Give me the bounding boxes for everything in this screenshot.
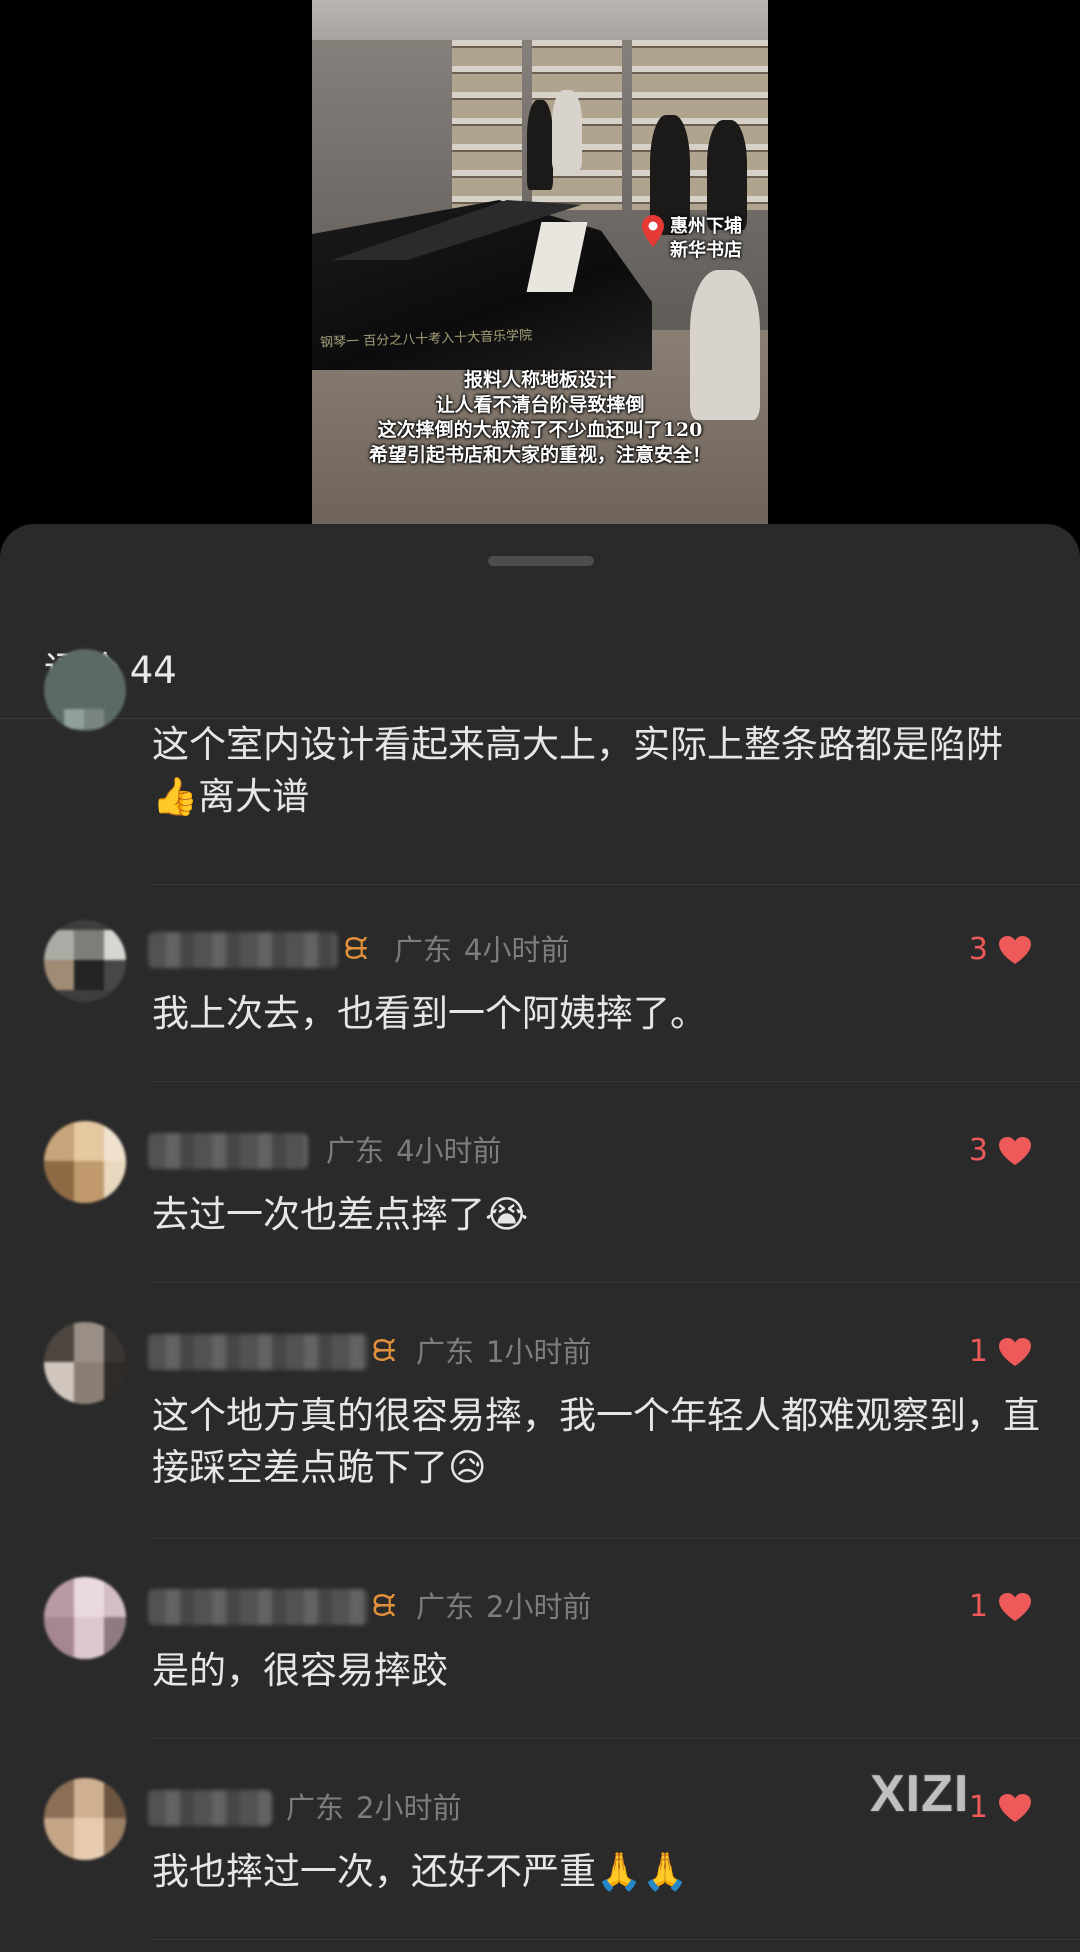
video-player[interactable]: 钢琴一 百分之八十考入十大音乐学院 惠州下埔 新华书店 报料人称地板设计 让人看…	[312, 0, 768, 524]
comment-text: 去过一次也差点摔了😭	[152, 1193, 529, 1236]
comment-text: 是的，很容易摔跤	[152, 1649, 448, 1692]
like-button[interactable]: 1	[969, 1589, 1032, 1624]
location-pin-icon	[642, 215, 664, 247]
comment-region: 广东	[326, 1134, 385, 1168]
comment-region: 广东	[286, 1791, 345, 1825]
vip-badge-icon: ᙙ	[372, 1334, 397, 1369]
comment-item[interactable]: ᙙ 广东 4小时前 3 我上次去，也看到一个阿姨摔了。	[0, 894, 1080, 1094]
comment-text: 这个室内设计看起来高大上，实际上整条路都是陷阱👍离大谱	[152, 723, 1003, 818]
username[interactable]	[148, 1334, 368, 1370]
comment-time: 1小时前	[486, 1335, 592, 1369]
avatar[interactable]	[44, 649, 126, 731]
comment-time: 2小时前	[486, 1590, 592, 1624]
comment-time: 2小时前	[356, 1791, 462, 1825]
avatar[interactable]	[44, 1778, 126, 1860]
comment-text: 我也摔过一次，还好不严重🙏🙏	[152, 1850, 689, 1893]
avatar[interactable]	[44, 1322, 126, 1404]
like-button[interactable]: 1	[969, 1790, 1032, 1825]
comment-time: 4小时前	[396, 1134, 502, 1168]
like-count: 3	[968, 1133, 988, 1168]
screen: 钢琴一 百分之八十考入十大音乐学院 惠州下埔 新华书店 报料人称地板设计 让人看…	[0, 0, 1080, 1952]
username[interactable]	[148, 1133, 308, 1169]
username[interactable]	[148, 1790, 272, 1826]
divider	[152, 1939, 1080, 1940]
comment-item[interactable]: 广东 4小时前 3 去过一次也差点摔了😭	[0, 1095, 1080, 1295]
like-button[interactable]: 1	[969, 1334, 1032, 1369]
divider	[152, 1538, 1080, 1539]
sheet-drag-handle[interactable]	[488, 556, 594, 566]
comment-meta: 广东 1小时前	[416, 1334, 591, 1370]
heart-icon	[998, 1793, 1032, 1823]
video-caption-line: 报料人称地板设计	[463, 369, 616, 391]
like-button[interactable]: 3	[969, 932, 1032, 967]
video-location-tag: 惠州下埔 新华书店	[642, 215, 742, 263]
video-scene-ceiling	[312, 0, 768, 40]
avatar[interactable]	[44, 920, 126, 1002]
comment-region: 广东	[394, 933, 453, 967]
divider	[152, 884, 1080, 885]
vip-badge-icon: ᙙ	[344, 932, 369, 967]
video-scene-person	[552, 90, 582, 170]
heart-icon	[998, 1136, 1032, 1166]
like-button[interactable]: 3	[969, 1133, 1032, 1168]
divider	[152, 1282, 1080, 1283]
comment-meta: 广东 2小时前	[286, 1790, 461, 1826]
avatar[interactable]	[44, 1121, 126, 1203]
username[interactable]	[148, 932, 338, 968]
divider	[152, 1738, 1080, 1739]
comment-item[interactable]: ᙙ 广东 1小时前 1 这个地方真的很容易摔，我一个年轻人都难观察到，直接踩空差点…	[0, 1296, 1080, 1556]
video-caption-line: 这次摔倒的大叔流了不少血还叫了120	[377, 419, 703, 441]
video-scene-person	[707, 120, 747, 230]
comment-item[interactable]: ᙙ 广东 2小时前 1 是的，很容易摔跤	[0, 1551, 1080, 1751]
like-count: 3	[968, 932, 988, 967]
video-caption: 报料人称地板设计 让人看不清台阶导致摔倒 这次摔倒的大叔流了不少血还叫了120 …	[312, 368, 768, 468]
comment-time: 4小时前	[464, 933, 570, 967]
comment-region: 广东	[416, 1335, 475, 1369]
avatar[interactable]	[44, 1577, 126, 1659]
video-scene-person	[527, 100, 553, 190]
comment-region: 广东	[416, 1590, 475, 1624]
divider	[152, 1081, 1080, 1082]
heart-icon	[998, 1592, 1032, 1622]
heart-icon	[998, 935, 1032, 965]
comment-text: 我上次去，也看到一个阿姨摔了。	[152, 992, 707, 1035]
like-count: 1	[968, 1589, 988, 1624]
comments-sheet: 评论 44 这个室内设计看起来高大上，实际上整条路都是陷阱👍离大谱 ᙙ	[0, 524, 1080, 1952]
video-scene-bookshelf	[452, 40, 522, 210]
video-caption-line: 希望引起书店和大家的重视，注意安全！	[368, 444, 711, 466]
comment-meta: 广东 2小时前	[416, 1589, 591, 1625]
like-count: 1	[968, 1334, 988, 1369]
comment-meta: 广东 4小时前	[394, 932, 569, 968]
username[interactable]	[148, 1589, 368, 1625]
comment-meta: 广东 4小时前	[326, 1133, 501, 1169]
comment-text: 这个地方真的很容易摔，我一个年轻人都难观察到，直接踩空差点跪下了😥	[152, 1394, 1040, 1489]
xizi-watermark: XIZI	[870, 1765, 970, 1823]
video-location-label: 惠州下埔 新华书店	[670, 216, 742, 261]
video-caption-line: 让人看不清台阶导致摔倒	[435, 394, 645, 416]
vip-badge-icon: ᙙ	[372, 1589, 397, 1624]
comment-item[interactable]: 这个室内设计看起来高大上，实际上整条路都是陷阱👍离大谱	[0, 649, 1080, 919]
heart-icon	[998, 1337, 1032, 1367]
like-count: 1	[968, 1790, 988, 1825]
